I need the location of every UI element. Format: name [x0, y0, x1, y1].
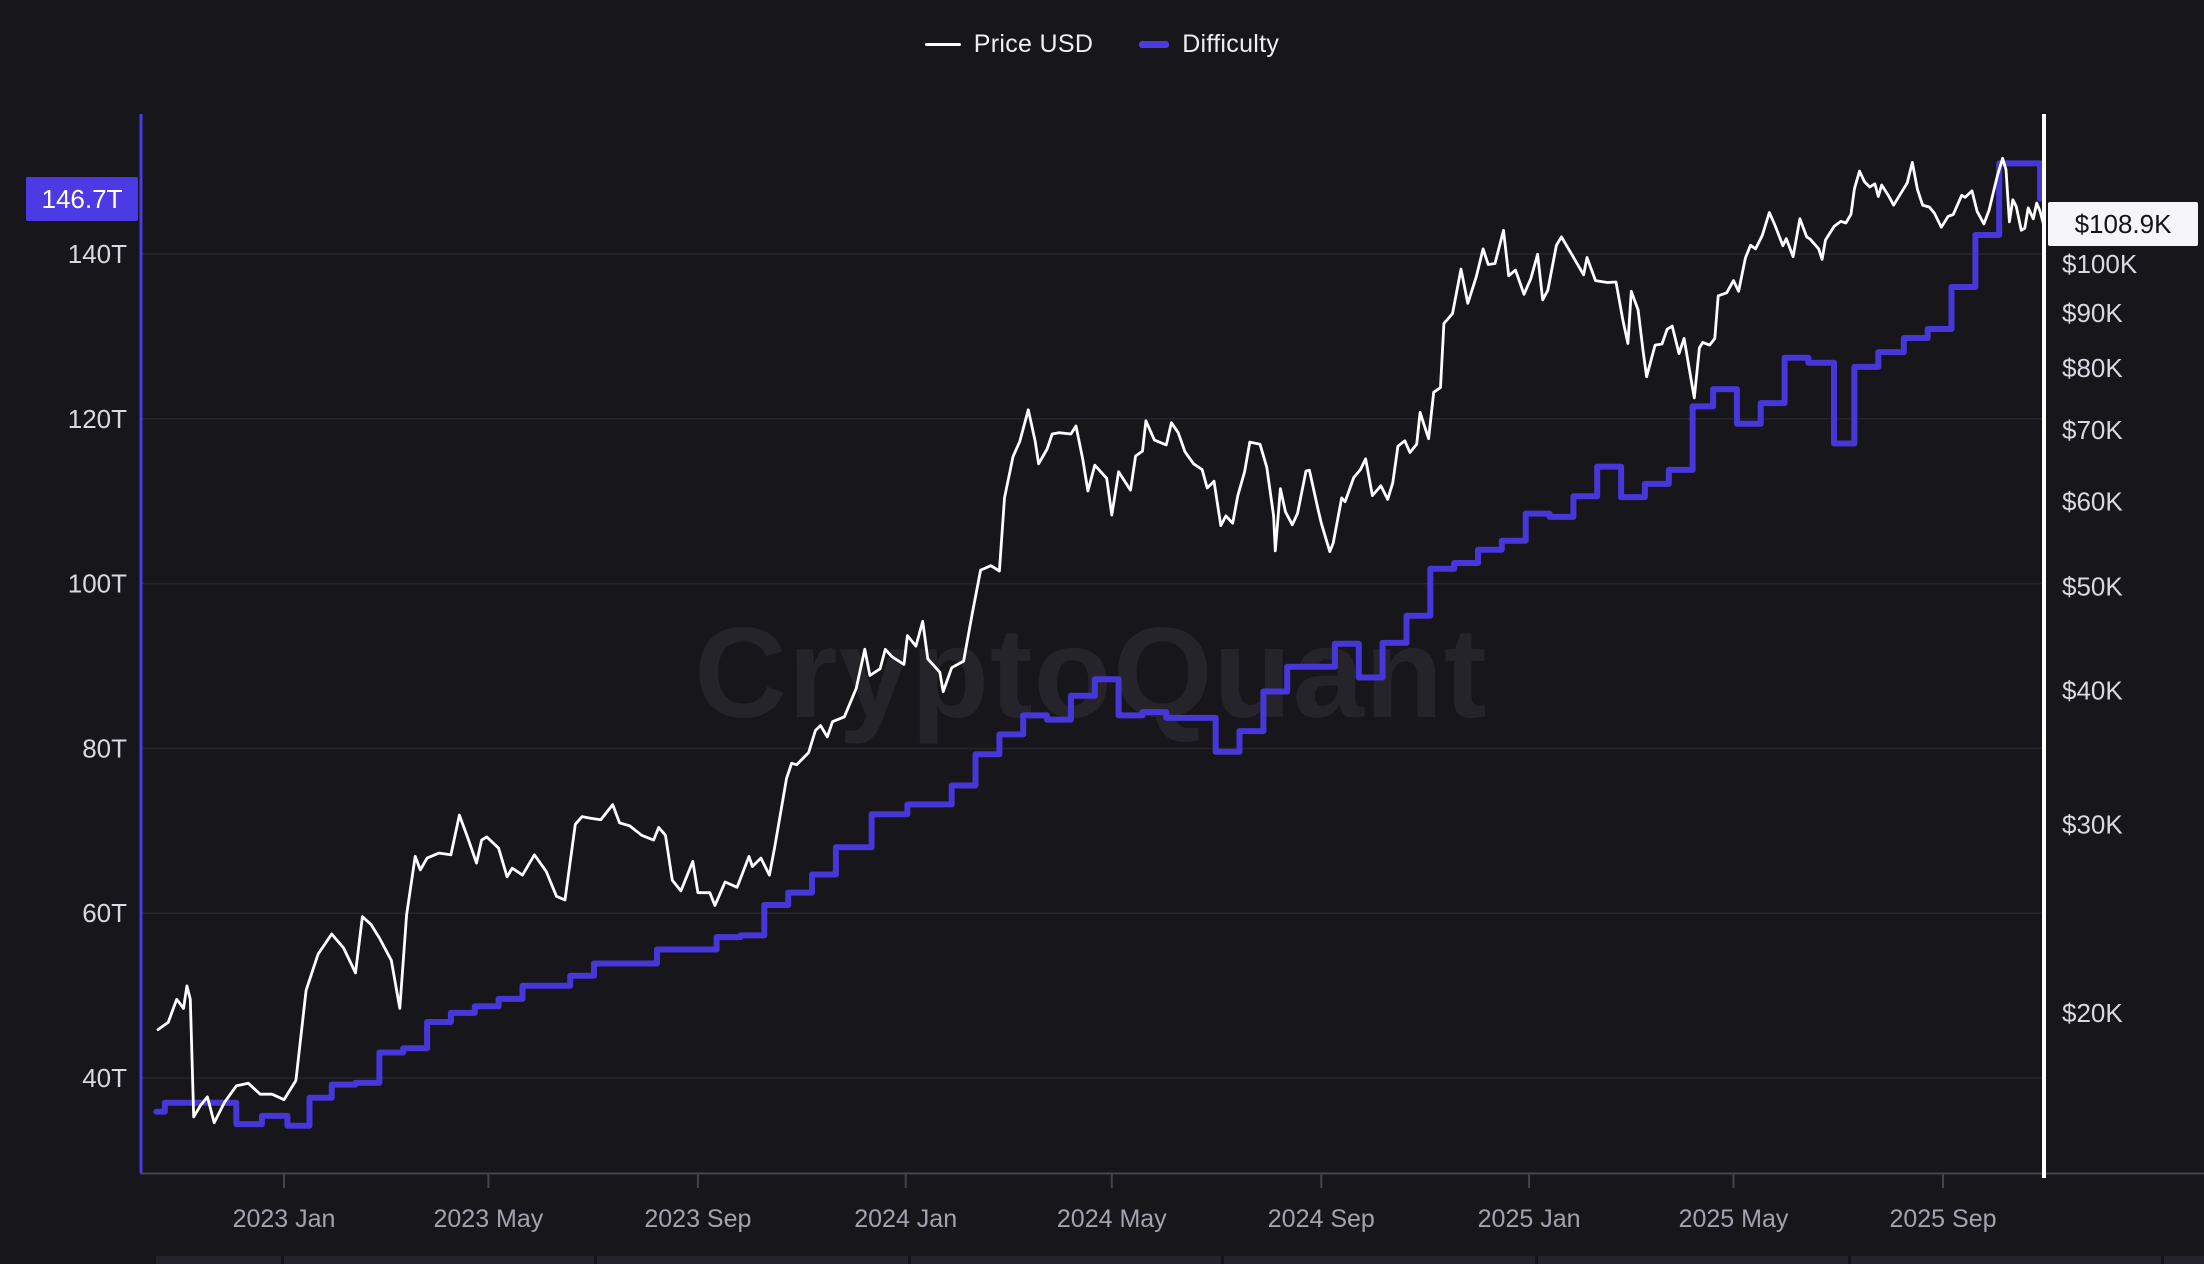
right-tick-label: $70K — [2062, 415, 2123, 445]
chart-panel: Price USD Difficulty CryptoQuant 2023 Ja… — [0, 0, 2204, 1264]
timeline-divider — [1848, 1256, 1851, 1264]
left-tick-label: 60T — [82, 898, 127, 928]
x-tick-label: 2024 May — [1057, 1205, 1167, 1233]
price-difficulty-chart[interactable]: 2023 Jan 2023 May 2023 Sep 2024 Jan 2024 May… — [0, 0, 2204, 1264]
left-tick-label: 140T — [68, 239, 127, 269]
x-tick-label: 2025 Jan — [1478, 1205, 1581, 1233]
right-tick-label: $60K — [2062, 487, 2123, 517]
difficulty-current-badge: 146.7T — [26, 177, 138, 221]
left-tick-label: 80T — [82, 733, 127, 763]
timeline-divider — [281, 1256, 284, 1264]
left-tick-label: 40T — [82, 1063, 127, 1093]
x-tick-label: 2023 May — [433, 1205, 543, 1233]
x-tick-label: 2024 Sep — [1268, 1205, 1375, 1233]
left-tick-label: 100T — [68, 569, 127, 599]
difficulty-line — [156, 163, 2042, 1125]
x-tick-label: 2023 Sep — [644, 1205, 751, 1233]
right-tick-label: $90K — [2062, 298, 2123, 328]
timeline-scrollbar[interactable] — [156, 1256, 2204, 1264]
right-tick-label: $30K — [2062, 809, 2123, 839]
right-tick-label: $20K — [2062, 998, 2123, 1028]
right-tick-label: $100K — [2062, 249, 2138, 279]
price-current-badge: $108.9K — [2048, 202, 2198, 246]
x-tick-label: 2025 Sep — [1889, 1205, 1996, 1233]
timeline-divider — [908, 1256, 911, 1264]
timeline-divider — [594, 1256, 597, 1264]
timeline-divider — [1221, 1256, 1224, 1264]
price-line — [158, 158, 2044, 1122]
left-tick-label: 120T — [68, 404, 127, 434]
timeline-divider — [1535, 1256, 1538, 1264]
x-tick-label: 2023 Jan — [233, 1205, 336, 1233]
x-tick-label: 2025 May — [1679, 1205, 1789, 1233]
timeline-divider — [2161, 1256, 2164, 1264]
right-tick-label: $50K — [2062, 572, 2123, 602]
right-tick-label: $40K — [2062, 675, 2123, 705]
x-tick-label: 2024 Jan — [854, 1205, 957, 1233]
right-tick-label: $80K — [2062, 353, 2123, 383]
